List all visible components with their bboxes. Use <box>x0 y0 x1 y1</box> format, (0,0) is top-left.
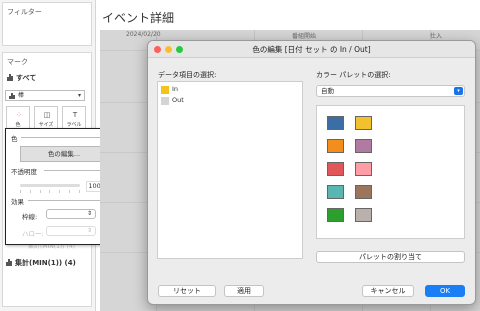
updown-chevron-icon: ⇕ <box>86 210 92 217</box>
mark-type-dropdown[interactable]: 棒 ▾ <box>5 90 85 101</box>
marks-all-label: すべて <box>16 74 37 82</box>
edit-colors-button[interactable]: 色の編集... <box>20 146 108 162</box>
halo-select[interactable]: ⇕ <box>46 226 96 236</box>
dialog-title: 色の編集 [日付 セット の In / Out] <box>252 45 371 54</box>
palette-dropdown[interactable]: 自動 ▾ <box>316 85 465 97</box>
palette-color-chip[interactable] <box>327 162 344 176</box>
opacity-heading: 不透明度 <box>11 168 37 176</box>
divider <box>28 200 109 201</box>
bar-chart-icon <box>6 259 12 266</box>
opacity-slider[interactable] <box>20 184 80 187</box>
reset-button[interactable]: リセット <box>158 285 216 297</box>
edit-colors-dialog: 色の編集 [日付 セット の In / Out] データ項目の選択: In Ou… <box>147 40 476 305</box>
palette-value: 自動 <box>321 87 334 95</box>
filters-title: フィルター <box>7 8 42 16</box>
palette-color-chip[interactable] <box>355 139 372 153</box>
bar-chart-icon <box>7 74 13 81</box>
apply-button[interactable]: 適用 <box>224 285 264 297</box>
color-swatch <box>161 86 169 94</box>
data-item-in[interactable]: In <box>161 85 178 94</box>
halo-label: ハロー: <box>22 230 44 238</box>
marks-title: マーク <box>7 58 28 66</box>
data-item-out[interactable]: Out <box>161 96 184 105</box>
palette-color-chip[interactable] <box>355 162 372 176</box>
palette-color-chip[interactable] <box>355 185 372 199</box>
aggregate-pill[interactable]: 集計(MIN(1)) (4) <box>6 258 76 268</box>
color-popup: 色 色の編集... 不透明度 100% 効果 枠線: ⇕ ハロー: ⇕ <box>5 128 115 245</box>
data-items-list: In Out <box>157 81 303 259</box>
palette-color-chip[interactable] <box>327 116 344 130</box>
grid-header: 仕入 <box>430 33 443 40</box>
opacity-slider-ticks <box>20 190 80 193</box>
filters-card: フィルター <box>2 2 92 46</box>
data-items-label: データ項目の選択: <box>158 71 217 79</box>
label-mark-button[interactable]: T ラベル <box>62 106 86 130</box>
color-mark-button[interactable]: ⁘ 色 <box>6 106 30 130</box>
mark-type-value: 棒 <box>18 92 25 99</box>
size-icon: ◫ <box>43 111 51 119</box>
palette-color-chip[interactable] <box>327 139 344 153</box>
palette-label: カラー パレットの選択: <box>316 71 391 79</box>
assign-palette-button[interactable]: パレットの割り当て <box>316 251 465 263</box>
border-label: 枠線: <box>22 213 38 221</box>
border-select[interactable]: ⇕ <box>46 209 96 219</box>
divider <box>21 137 109 138</box>
color-swatch <box>161 97 169 105</box>
chevron-down-icon: ▾ <box>454 87 463 95</box>
dialog-titlebar: 色の編集 [日付 セット の In / Out] <box>148 41 475 58</box>
marks-all-row[interactable]: すべて <box>7 73 36 83</box>
label-icon: T <box>72 111 78 119</box>
updown-chevron-icon: ⇕ <box>86 227 92 234</box>
grid-header: 2024/02/20 <box>126 31 161 38</box>
palette-color-chip[interactable] <box>355 116 372 130</box>
color-heading: 色 <box>11 135 18 143</box>
page-title: イベント詳細 <box>102 11 175 25</box>
bar-chart-icon <box>9 93 15 99</box>
cancel-button[interactable]: キャンセル <box>362 285 414 297</box>
chevron-down-icon: ▾ <box>77 92 81 99</box>
palette-color-chip[interactable] <box>327 185 344 199</box>
palette-color-chip[interactable] <box>327 208 344 222</box>
ok-button[interactable]: OK <box>425 285 465 297</box>
palette-color-chip[interactable] <box>355 208 372 222</box>
data-item-label: In <box>172 85 179 93</box>
size-mark-button[interactable]: ◫ サイズ <box>34 106 58 130</box>
aggregate-pill-label: 集計(MIN(1)) (4) <box>15 259 76 267</box>
palette-grid <box>316 105 465 239</box>
effects-heading: 効果 <box>11 198 24 206</box>
data-item-label: Out <box>172 96 184 104</box>
grid-header: 番組開始 <box>292 33 317 40</box>
color-palette-icon: ⁘ <box>16 111 22 119</box>
